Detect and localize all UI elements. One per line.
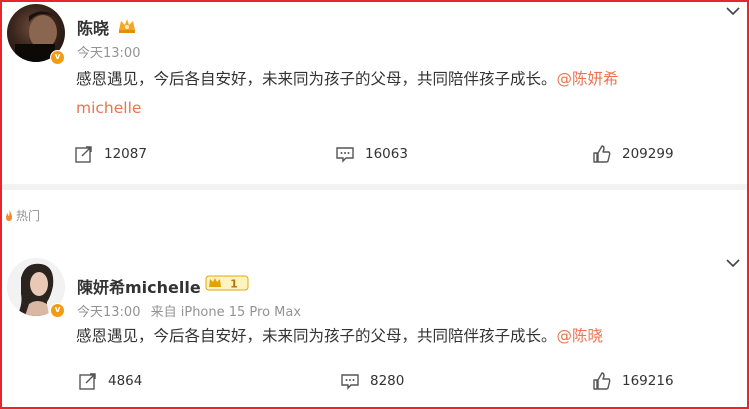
comment-count: 8280 bbox=[370, 373, 405, 389]
weibo-post-2: v 陳妍希michelle 1 今天13:00 来自 iPhone 15 Pro… bbox=[0, 0, 749, 409]
post-text: 感恩遇见，今后各自安好，未来同为孩子的父母，共同陪伴孩子成长。 bbox=[76, 327, 557, 345]
thumbs-up-icon bbox=[593, 372, 611, 390]
chevron-down-icon[interactable] bbox=[726, 258, 740, 268]
member-level-badge: 1 bbox=[205, 274, 249, 292]
member-level-text: 1 bbox=[230, 278, 238, 291]
repost-icon bbox=[79, 373, 96, 390]
comment-icon bbox=[341, 374, 359, 390]
like-count: 169216 bbox=[622, 373, 674, 389]
comment-button[interactable]: 8280 bbox=[340, 371, 404, 391]
repost-count: 4864 bbox=[108, 373, 143, 389]
action-bar: 4864 8280 169216 bbox=[0, 371, 749, 395]
crown-icon: 1 bbox=[205, 275, 249, 291]
mention-link[interactable]: @陈晓 bbox=[557, 327, 604, 345]
post-time[interactable]: 今天13:00 bbox=[77, 305, 140, 320]
post-source: 来自 iPhone 15 Pro Max bbox=[150, 305, 302, 320]
author-name[interactable]: 陳妍希michelle bbox=[77, 274, 201, 298]
post-content: 感恩遇见，今后各自安好，未来同为孩子的父母，共同陪伴孩子成长。@陈晓 bbox=[76, 322, 716, 351]
post-meta: 今天13:00 来自 iPhone 15 Pro Max bbox=[77, 301, 307, 320]
repost-button[interactable]: 4864 bbox=[78, 371, 142, 391]
verified-badge-icon: v bbox=[50, 303, 65, 318]
like-button[interactable]: 169216 bbox=[592, 371, 674, 391]
